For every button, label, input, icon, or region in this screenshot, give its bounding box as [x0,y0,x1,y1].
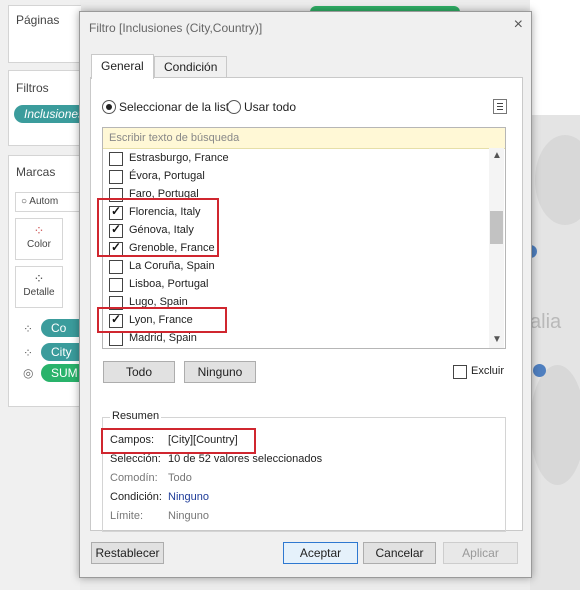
wildcard-key: Comodín: [110,472,158,484]
condition-key: Condición: [110,491,162,503]
limit-key: Límite: [110,510,144,522]
highlight-box [101,428,256,454]
radio-select-from-list-label: Seleccionar de la lista [119,100,236,114]
limit-value: Ninguno [168,510,209,522]
selection-key: Selección: [110,453,161,465]
filters-title: Filtros [16,81,49,95]
selection-value: 10 de 52 valores seleccionados [168,453,323,465]
highlight-box [97,307,227,333]
left-shelf-column: Páginas Filtros Inclusiones Marcas ○ Aut… [0,0,94,590]
search-input[interactable]: Escribir texto de búsqueda [103,128,505,149]
map-view[interactable] [530,115,580,590]
list-item-checkbox[interactable] [109,170,123,184]
detail-dots-icon: ⁘ [33,271,45,286]
tab-general[interactable]: General [91,54,154,79]
color-dots-icon: ⁘ [33,223,45,238]
scroll-up-icon[interactable]: ▲ [492,150,502,161]
map-country-label: alia [530,311,562,333]
list-item-label: La Coruña, Spain [129,260,215,272]
select-all-button[interactable]: Todo [103,361,175,383]
list-item[interactable]: La Coruña, Spain [109,258,487,276]
mark-type-dropdown[interactable]: ○ Autom [15,192,83,212]
list-item-checkbox[interactable] [109,152,123,166]
ok-button[interactable]: Aceptar [283,542,358,564]
list-item[interactable]: Évora, Portugal [109,168,487,186]
circle-icon: ○ [21,196,28,207]
detail-icon: ⁘ [23,346,34,360]
exclude-label: Excluir [471,365,505,377]
pages-title: Páginas [16,13,60,27]
list-item-label: Lisboa, Portugal [129,278,209,290]
wildcard-value: Todo [168,472,192,484]
list-item-label: Estrasburgo, France [129,152,229,164]
color-button[interactable]: ⁘ Color [15,218,63,260]
scroll-down-icon[interactable]: ▼ [492,334,502,345]
highlight-box [97,198,219,257]
map-land [535,135,580,225]
radio-use-all-label: Usar todo [244,100,297,114]
detail-button[interactable]: ⁘ Detalle [15,266,63,308]
radio-select-from-list[interactable] [102,100,116,114]
list-item-checkbox[interactable] [109,332,123,346]
size-icon: ◎ [23,366,34,380]
scroll-thumb[interactable] [490,211,503,244]
general-panel: Seleccionar de la lista Usar todo Escrib… [90,77,523,532]
list-item[interactable]: Estrasburgo, France [109,150,487,168]
select-none-button[interactable]: Ninguno [184,361,256,383]
list-item[interactable]: Lisboa, Portugal [109,276,487,294]
list-item-checkbox[interactable] [109,278,123,292]
list-item-checkbox[interactable] [109,260,123,274]
condition-value: Ninguno [168,491,209,503]
detail-icon: ⁘ [23,322,34,336]
list-menu-icon[interactable] [493,99,507,114]
pages-card: Páginas [8,5,81,63]
close-icon[interactable]: × [514,16,523,34]
apply-button[interactable]: Aplicar [443,542,518,564]
tab-condition[interactable]: Condición [154,56,228,78]
exclude-checkbox[interactable] [453,365,467,379]
summary-group: Resumen Campos: [City][Country] Selecció… [101,410,506,532]
color-label: Color [27,239,51,250]
map-point[interactable] [533,364,546,377]
cancel-button[interactable]: Cancelar [363,542,436,564]
dialog-title: Filtro [Inclusiones (City,Country)] [89,21,263,35]
filters-card: Filtros Inclusiones [8,70,94,146]
list-item-label: Madrid, Spain [129,332,197,344]
reset-button[interactable]: Restablecer [91,542,164,564]
detail-label: Detalle [23,287,55,298]
marks-title: Marcas [16,165,56,179]
filter-dialog: Filtro [Inclusiones (City,Country)] × Ge… [79,11,532,578]
search-placeholder: Escribir texto de búsqueda [109,132,240,144]
map-land [530,365,580,485]
list-item-label: Évora, Portugal [129,170,205,182]
mark-type-label: Autom [29,196,59,207]
marks-card: Marcas ○ Autom ⁘ Color ⁘ Detalle ⁘ Co ⁘ … [8,155,91,407]
list-scrollbar[interactable]: ▲ ▼ [489,148,504,348]
radio-use-all[interactable] [227,100,241,114]
summary-title: Resumen [110,410,162,422]
